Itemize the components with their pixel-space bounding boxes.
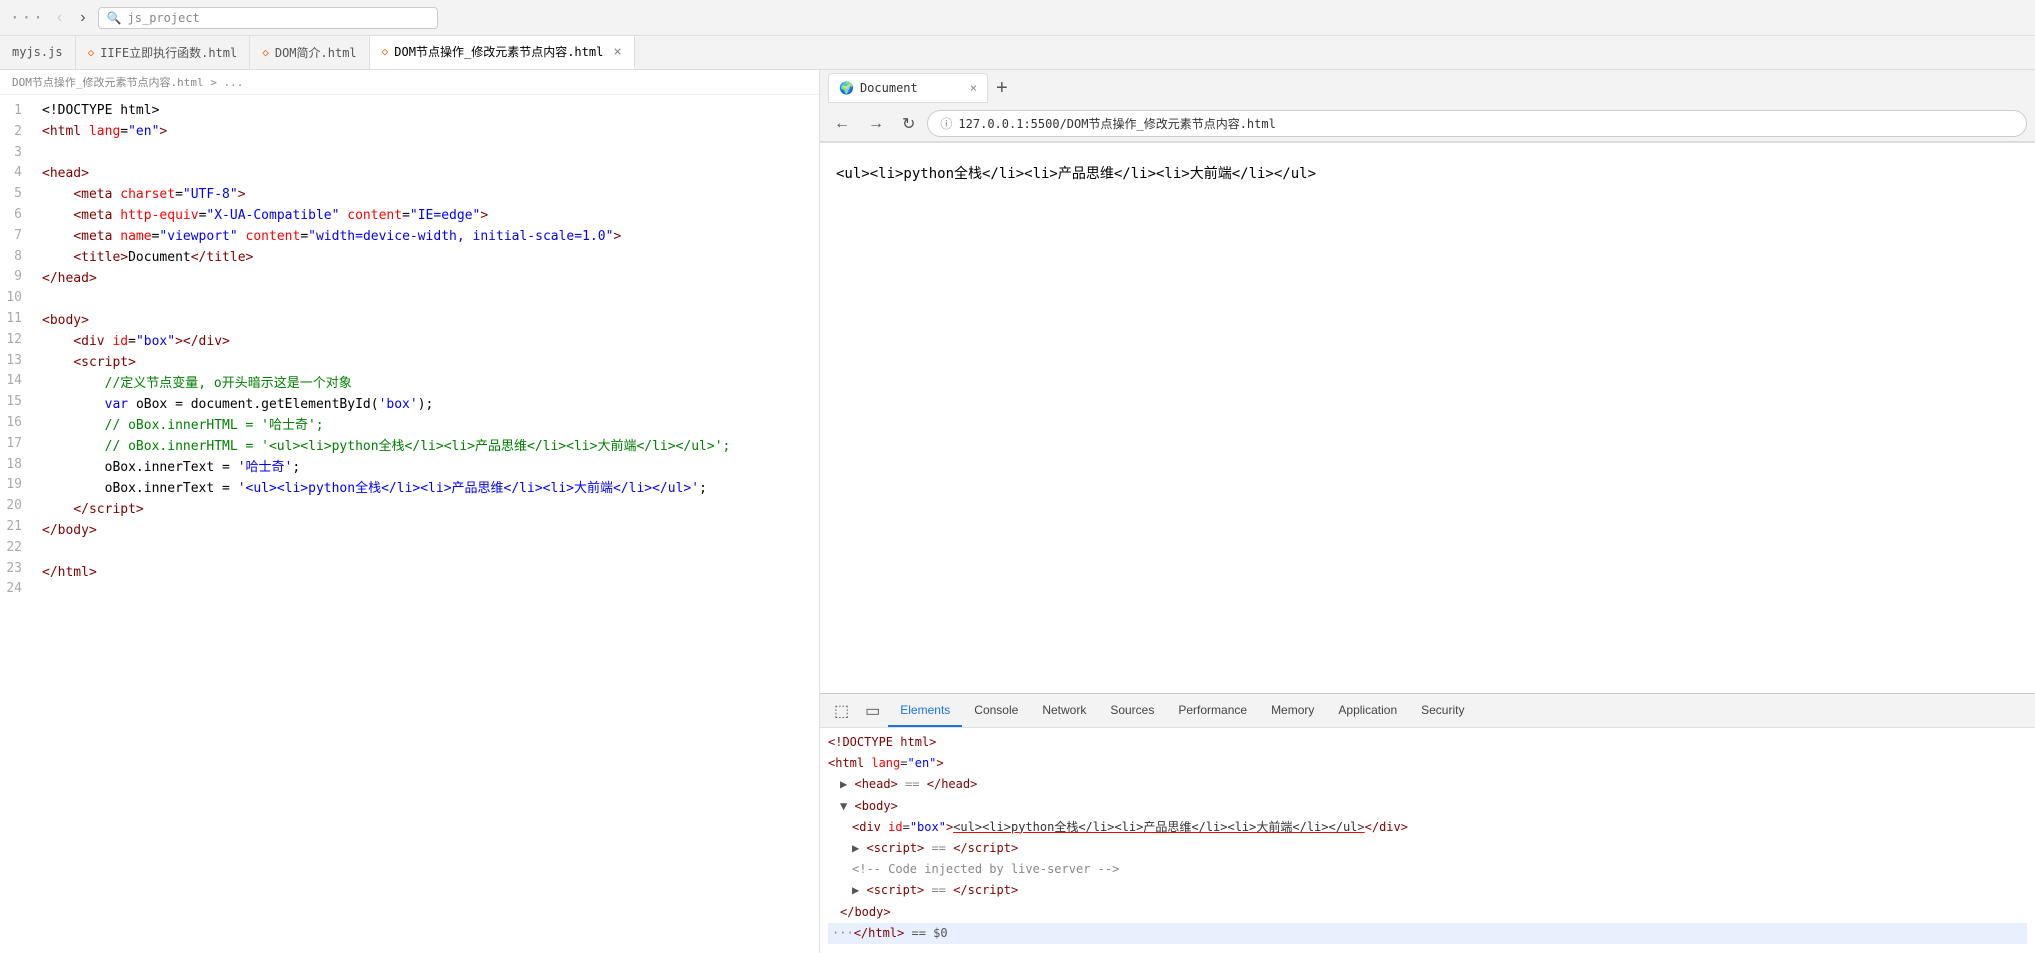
browser-tab-bar: 🌍 Document × + [820,70,2035,106]
line-numbers: 123456789101112131415161718192021222324 [0,95,36,953]
tab-dom-node[interactable]: ◇ DOM节点操作_修改元素节点内容.html × [370,36,635,69]
tab-iife[interactable]: ◇ IIFE立即执行函数.html [76,36,251,69]
devtools-line: </body> [840,902,2027,923]
tab-myjs[interactable]: myjs.js [0,36,76,69]
browser-top: 🌍 Document × + ← → ↻ ⓘ 127.0.0.1:5500/DO… [820,70,2035,143]
breadcrumb: DOM节点操作_修改元素节点内容.html > ... [0,70,819,95]
devtools-line: <div id="box"><ul><li>python全栈</li><li>产… [852,817,2027,838]
browser-forward-button[interactable]: → [862,113,890,135]
browser-tab[interactable]: 🌍 Document × [828,73,988,103]
devtools-tab-console[interactable]: Console [962,695,1030,727]
browser-tab-close-icon[interactable]: × [970,81,977,95]
tab-icon: ◇ [262,46,269,59]
devtools-tab-performance[interactable]: Performance [1166,695,1259,727]
browser-tab-title: Document [860,81,918,95]
tab-label: IIFE立即执行函数.html [100,44,237,61]
address-bar[interactable]: ⓘ 127.0.0.1:5500/DOM节点操作_修改元素节点内容.html [927,110,2027,137]
devtools-line: ▶ <script> == </script> [852,838,2027,859]
editor-panel: DOM节点操作_修改元素节点内容.html > ... 123456789101… [0,70,820,953]
address-text: 127.0.0.1:5500/DOM节点操作_修改元素节点内容.html [958,115,1275,132]
devtools-inspect-icon[interactable]: ⬚ [826,697,857,725]
devtools-tab-elements[interactable]: Elements [888,695,962,727]
browser-tab-icon: 🌍 [839,81,854,95]
devtools-tab-network[interactable]: Network [1030,695,1098,727]
devtools-tab-memory[interactable]: Memory [1259,695,1326,727]
tab-close-icon[interactable]: × [613,44,621,60]
editor-tab-bar: myjs.js ◇ IIFE立即执行函数.html ◇ DOM简介.html ◇… [0,36,2035,70]
top-bar: ··· ‹ › 🔍 js_project [0,0,2035,36]
nav-back-button[interactable]: ‹ [51,7,68,29]
code-content: <!DOCTYPE html><html lang="en"><head> <m… [36,95,819,953]
devtools-line: <!-- Code injected by live-server --> [852,859,2027,880]
tab-icon: ◇ [88,46,95,59]
devtools-content: <!DOCTYPE html><html lang="en">▶ <head> … [820,728,2035,953]
devtools-panel: ⬚ ▭ Elements Console Network Sources Per… [820,693,2035,953]
new-tab-button[interactable]: + [990,77,1014,100]
browser-panel: 🌍 Document × + ← → ↻ ⓘ 127.0.0.1:5500/DO… [820,70,2035,953]
page-output-text: <ul><li>python全栈</li><li>产品思维</li><li>大前… [836,166,1316,182]
tab-label: DOM节点操作_修改元素节点内容.html [394,43,603,60]
search-icon: 🔍 [107,11,122,25]
browser-nav: ← → ↻ ⓘ 127.0.0.1:5500/DOM节点操作_修改元素节点内容.… [820,106,2035,142]
devtools-selected-line: ···</html> == $0 [828,923,2027,944]
code-area: 123456789101112131415161718192021222324 … [0,95,819,953]
devtools-tab-application[interactable]: Application [1326,695,1409,727]
devtools-device-icon[interactable]: ▭ [857,697,888,725]
nav-forward-button[interactable]: › [74,7,91,29]
devtools-tab-sources[interactable]: Sources [1098,695,1166,727]
window-controls: ··· [10,8,45,27]
tab-label: myjs.js [12,45,63,59]
project-search[interactable]: 🔍 js_project [98,7,438,29]
devtools-line: ▶ <head> == </head> [840,774,2027,795]
devtools-line: <!DOCTYPE html> [828,732,2027,753]
tab-icon: ◇ [382,45,389,58]
browser-back-button[interactable]: ← [828,113,856,135]
main-layout: DOM节点操作_修改元素节点内容.html > ... 123456789101… [0,70,2035,953]
devtools-line: ▶ <script> == </script> [852,880,2027,901]
devtools-line: <html lang="en"> [828,753,2027,774]
devtools-line: ▼ <body> [840,796,2027,817]
address-security-icon: ⓘ [940,115,952,132]
tab-dom-intro[interactable]: ◇ DOM简介.html [250,36,369,69]
search-text: js_project [128,11,200,25]
devtools-tab-bar: ⬚ ▭ Elements Console Network Sources Per… [820,694,2035,728]
tab-label: DOM简介.html [275,44,357,61]
devtools-tab-security[interactable]: Security [1409,695,1476,727]
browser-content: <ul><li>python全栈</li><li>产品思维</li><li>大前… [820,143,2035,693]
browser-refresh-button[interactable]: ↻ [896,112,921,136]
